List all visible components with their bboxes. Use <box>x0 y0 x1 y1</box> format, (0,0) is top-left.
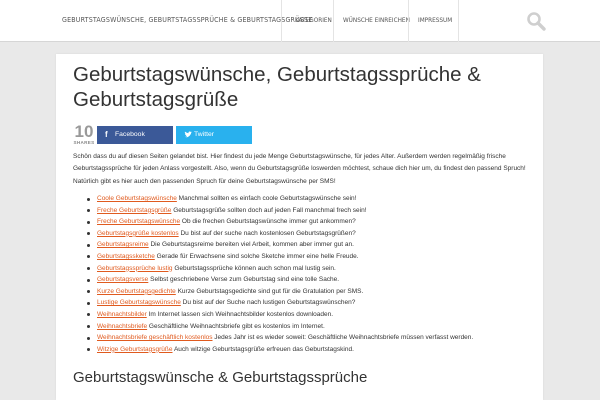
list-item-text: Ob die frechen Geburtstagswünsche immer … <box>180 218 356 226</box>
list-item-text: Geburtstagsgrüße sollten doch auf jeden … <box>171 206 367 214</box>
list-item-text: Geschäftliche Weihnachtsbriefe gibt es k… <box>147 322 325 330</box>
list-item-link[interactable]: Geburtstagssprüche lustig <box>97 265 173 272</box>
list-item: Geburtstagsverse Selbst geschriebene Ver… <box>84 274 534 286</box>
list-item: Witzige Geburtstagsgrüße Auch witzige Ge… <box>84 344 534 356</box>
list-item-link[interactable]: Geburtstagssketche <box>97 253 155 260</box>
list-item-link[interactable]: Lustige Geburtstagswünsche <box>97 299 181 306</box>
site-title[interactable]: Geburtstagswünsche, Geburtstagssprüche &… <box>62 16 313 24</box>
bullet-icon <box>87 209 90 213</box>
nav-divider <box>281 0 282 42</box>
list-item: Weihnachtsbriefe geschäftlich kostenlos … <box>84 332 534 344</box>
share-count-number: 10 <box>74 122 94 141</box>
bullet-icon <box>87 220 90 224</box>
bullet-icon <box>87 348 90 352</box>
nav-item-wuensche-einreichen[interactable]: Wünsche einreichen <box>343 16 410 24</box>
list-item-text: Du bist auf der suche nach kostenlosen G… <box>178 229 356 237</box>
list-item: Kurze Geburtstagsgedichte Kurze Geburtst… <box>84 286 534 298</box>
twitter-share-label: Twitter <box>194 131 215 138</box>
bullet-icon <box>87 232 90 236</box>
list-item-link[interactable]: Freche Geburtstagswünsche <box>97 218 180 225</box>
bullet-icon <box>87 325 90 329</box>
list-item-text: Die Geburtstagsreime bereiten viel Arbei… <box>148 241 354 249</box>
nav-item-impressum[interactable]: Impressum <box>418 16 452 24</box>
twitter-icon <box>184 126 192 146</box>
list-item: Lustige Geburtstagswünsche Du bist auf d… <box>84 297 534 309</box>
list-item: Coole Geburtstagswünsche Manchmal sollte… <box>84 193 534 205</box>
list-item: Geburtstagsreime Die Geburtstagsreime be… <box>84 239 534 251</box>
list-item: Geburtstagssketche Gerade für Erwachsene… <box>84 251 534 263</box>
list-item-text: Manchmal sollten es einfach coole Geburt… <box>176 195 357 202</box>
twitter-share-button[interactable]: Twitter <box>176 126 252 144</box>
list-item-link[interactable]: Weihnachtsbriefe geschäftlich kostenlos <box>97 334 213 341</box>
list-item-link[interactable]: Geburtstagsverse <box>97 276 148 283</box>
nav-divider <box>408 0 409 42</box>
list-item-text: Selbst geschriebene Verse zum Geburtstag… <box>148 276 340 284</box>
list-item: Freche Geburtstagswünsche Ob die frechen… <box>84 216 534 228</box>
list-item-link[interactable]: Witzige Geburtstagsgrüße <box>97 346 173 353</box>
list-item-text: Geburtstagssprüche können auch schon mal… <box>172 264 336 272</box>
bullet-icon <box>87 336 90 340</box>
section-heading: Geburtstagswünsche & Geburtstagssprüche <box>73 369 368 386</box>
list-item-link[interactable]: Coole Geburtstagswünsche <box>97 195 177 202</box>
list-item-text: Im Internet lassen sich Weihnachtsbilder… <box>146 310 334 318</box>
bullet-icon <box>87 290 90 294</box>
list-item-link[interactable]: Weihnachtsbriefe <box>97 323 147 330</box>
list-item-text: Jedes Jahr ist es wieder soweit: Geschäf… <box>212 334 474 342</box>
intro-paragraph: Schön dass du auf diesen Seiten gelandet… <box>73 153 526 185</box>
nav-item-kategorien[interactable]: Kategorien <box>295 16 332 24</box>
bullet-icon <box>87 267 90 271</box>
facebook-share-label: Facebook <box>115 131 145 138</box>
list-item-text: Gerade für Erwachsene sind solche Sketch… <box>154 252 359 260</box>
list-item: Freche Geburtstagsgrüße Geburtstagsgrüße… <box>84 205 534 217</box>
facebook-share-button[interactable]: f Facebook <box>97 126 173 144</box>
share-count-label: SHARES <box>73 140 95 145</box>
bullet-icon <box>87 278 90 282</box>
list-item-link[interactable]: Weihnachtsbilder <box>97 311 147 318</box>
list-item-text: Du bist auf der Suche nach lustigen Gebu… <box>180 299 356 307</box>
list-item: Weihnachtsbilder Im Internet lassen sich… <box>84 309 534 321</box>
bullet-icon <box>87 301 90 305</box>
nav-divider <box>458 0 459 42</box>
bullet-icon <box>87 197 90 201</box>
link-list: Coole Geburtstagswünsche Manchmal sollte… <box>84 193 534 355</box>
list-item-link[interactable]: Kurze Geburtstagsgedichte <box>97 288 176 295</box>
list-item: Weihnachtsbriefe Geschäftliche Weihnacht… <box>84 321 534 333</box>
list-item-link[interactable]: Freche Geburtstagsgrüße <box>97 207 171 214</box>
list-item: Geburtstagsgrüße kostenlos Du bist auf d… <box>84 228 534 240</box>
nav-divider <box>333 0 334 42</box>
page-title: Geburtstagswünsche, Geburtstagssprüche &… <box>73 63 481 111</box>
bullet-icon <box>87 313 90 317</box>
search-icon[interactable] <box>526 11 546 31</box>
list-item: Geburtstagssprüche lustig Geburtstagsspr… <box>84 263 534 275</box>
bullet-icon <box>87 255 90 259</box>
list-item-link[interactable]: Geburtstagsgrüße kostenlos <box>97 230 179 237</box>
facebook-icon: f <box>105 130 108 139</box>
list-item-link[interactable]: Geburtstagsreime <box>97 241 149 248</box>
list-item-text: Kurze Geburtstagsgedichte sind gut für d… <box>175 287 364 295</box>
share-count: 10 SHARES <box>73 122 95 145</box>
list-item-text: Auch witzige Geburtstagsgrüße erfreuen d… <box>172 345 354 353</box>
bullet-icon <box>87 243 90 247</box>
top-navigation-bar: Geburtstagswünsche, Geburtstagssprüche &… <box>0 0 600 42</box>
